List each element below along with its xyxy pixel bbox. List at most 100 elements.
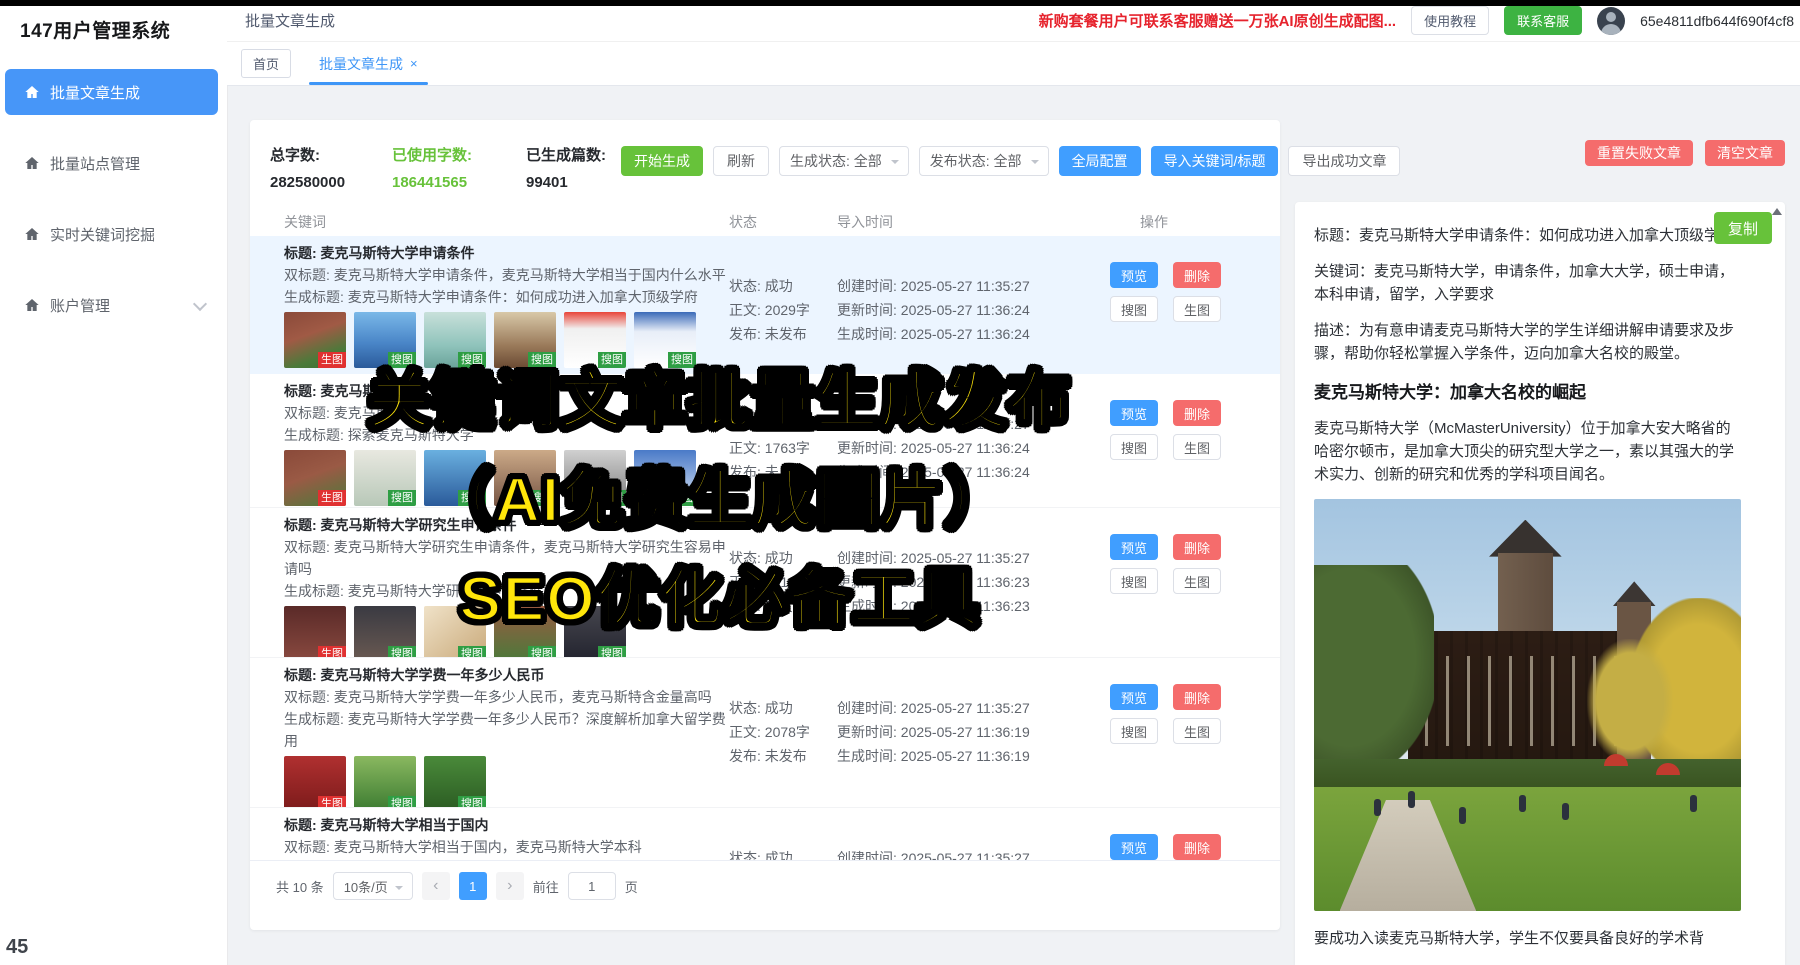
preview-button[interactable]: 预览 <box>1110 400 1158 426</box>
stat-value: 186441565 <box>392 174 526 191</box>
article-thumbnail[interactable]: 搜图 <box>634 450 696 506</box>
export-success-button[interactable]: 导出成功文章 <box>1288 146 1400 176</box>
delete-button[interactable]: 删除 <box>1173 400 1221 426</box>
start-generate-button[interactable]: 开始生成 <box>621 146 703 176</box>
header-actions: 新购套餐用户可联系客服赠送一万张AI原创生成配图... 使用教程 联系客服 65… <box>1039 6 1800 35</box>
page-number-1[interactable]: 1 <box>459 872 487 900</box>
thumb-tag: 搜图 <box>388 646 416 658</box>
article-thumbnail[interactable]: 搜图 <box>424 450 486 506</box>
article-dual-title: 双标题: 麦克马斯特大学申请条件，麦克马斯特大学相当于国内什么水平 <box>284 264 729 286</box>
copy-button[interactable]: 复制 <box>1714 212 1772 244</box>
tutorial-button[interactable]: 使用教程 <box>1411 6 1489 35</box>
app-title: 147用户管理系统 <box>0 0 227 43</box>
hero-figure <box>1690 795 1697 812</box>
article-thumbnail[interactable]: 搜图 <box>494 606 556 658</box>
publish-status-select[interactable]: 发布状态: 全部 <box>919 146 1049 176</box>
reset-failed-button[interactable]: 重置失败文章 <box>1585 140 1693 166</box>
preview-button[interactable]: 预览 <box>1110 684 1158 710</box>
article-preview-panel: 复制 标题：麦克马斯特大学申请条件：如何成功进入加拿大顶级学府 关键词：麦克马斯… <box>1295 202 1785 965</box>
contact-support-button[interactable]: 联系客服 <box>1504 6 1582 35</box>
generate-status-select[interactable]: 生成状态: 全部 <box>779 146 909 176</box>
thumb-tag: 搜图 <box>598 646 626 658</box>
row-publish-status: 发布: 未发布 <box>729 594 810 618</box>
corner-watermark: 45 <box>6 936 28 959</box>
generate-image-button[interactable]: 生图 <box>1173 568 1221 594</box>
import-keywords-button[interactable]: 导入关键词/标题 <box>1151 146 1279 176</box>
scroll-up-icon[interactable] <box>1772 203 1782 215</box>
search-image-button[interactable]: 搜图 <box>1110 434 1158 460</box>
sidebar-item-batch-article[interactable]: 批量文章生成 <box>5 69 218 115</box>
hero-figure <box>1459 807 1466 824</box>
stat-value: 282580000 <box>270 174 392 191</box>
article-row: 标题: 麦克马斯特大学研究生申请条件 双标题: 麦克马斯特大学研究生申请条件，麦… <box>250 508 1280 658</box>
article-thumbnail[interactable]: 生图 <box>284 606 346 658</box>
article-thumbnail[interactable]: 搜图 <box>634 312 696 368</box>
tab-label: 批量文章生成 <box>319 54 403 74</box>
sidebar-item-label: 批量站点管理 <box>50 153 140 174</box>
row-updated-time: 更新时间: 2025-05-27 11:36:24 <box>837 436 1030 460</box>
time-cell: 创建时间: 2025-05-27 11:35:27 更新时间: 2025-05-… <box>837 846 1030 860</box>
danger-actions: 重置失败文章 清空文章 <box>1585 140 1785 166</box>
article-thumbnail[interactable]: 搜图 <box>564 606 626 658</box>
refresh-button[interactable]: 刷新 <box>713 146 769 176</box>
goto-page-input[interactable]: 1 <box>568 872 616 900</box>
article-thumbnail[interactable]: 搜图 <box>354 450 416 506</box>
article-thumbnail[interactable]: 搜图 <box>424 312 486 368</box>
sidebar-item-keyword-mining[interactable]: 实时关键词挖掘 <box>0 211 227 257</box>
article-thumbnail[interactable]: 搜图 <box>424 756 486 808</box>
tab-batch-article[interactable]: 批量文章生成 × <box>305 42 432 85</box>
article-thumbnail[interactable]: 搜图 <box>494 312 556 368</box>
keyword-cell: 标题: 麦克马斯特大学学费一年多少人民币 双标题: 麦克马斯特大学学费一年多少人… <box>284 664 729 808</box>
pagination-total: 共 10 条 <box>276 877 324 896</box>
search-image-button[interactable]: 搜图 <box>1110 296 1158 322</box>
prev-page-button[interactable]: ‹ <box>422 872 450 900</box>
article-thumbnail[interactable]: 搜图 <box>424 606 486 658</box>
article-thumbnail[interactable]: 生图 <box>284 312 346 368</box>
page-size-select[interactable]: 10条/页 <box>333 872 413 900</box>
avatar[interactable] <box>1597 7 1625 35</box>
article-thumbnail[interactable]: 生图 <box>284 450 346 506</box>
sidebar-item-batch-site[interactable]: 批量站点管理 <box>0 140 227 186</box>
sidebar-item-label: 批量文章生成 <box>50 82 140 103</box>
tab-home[interactable]: 首页 <box>241 49 291 78</box>
hero-figure <box>1562 803 1569 820</box>
article-thumbnail[interactable]: 搜图 <box>354 312 416 368</box>
status-cell: 状态: 成功 正文: 2029字 发布: 未发布 <box>729 274 810 346</box>
preview-button[interactable]: 预览 <box>1110 262 1158 288</box>
clear-articles-button[interactable]: 清空文章 <box>1705 140 1785 166</box>
generate-image-button[interactable]: 生图 <box>1173 434 1221 460</box>
generate-image-button[interactable]: 生图 <box>1173 296 1221 322</box>
article-thumbnail[interactable]: 搜图 <box>564 450 626 506</box>
next-page-button[interactable]: › <box>496 872 524 900</box>
thumb-tag: 搜图 <box>598 352 626 368</box>
article-thumbnail[interactable]: 生图 <box>284 756 346 808</box>
hero-figure <box>1374 799 1381 816</box>
article-thumbnail[interactable]: 搜图 <box>494 450 556 506</box>
search-image-button[interactable]: 搜图 <box>1110 718 1158 744</box>
delete-button[interactable]: 删除 <box>1173 534 1221 560</box>
thumb-tag: 搜图 <box>458 352 486 368</box>
delete-button[interactable]: 删除 <box>1173 684 1221 710</box>
row-created-time: 创建时间: 2025-05-27 11:35:27 <box>837 696 1030 720</box>
row-status: 状态: 成功 <box>729 274 810 298</box>
preview-button[interactable]: 预览 <box>1110 834 1158 860</box>
delete-button[interactable]: 删除 <box>1173 262 1221 288</box>
preview-button[interactable]: 预览 <box>1110 534 1158 560</box>
article-thumbnail[interactable]: 搜图 <box>564 312 626 368</box>
delete-button[interactable]: 删除 <box>1173 834 1221 860</box>
article-dual-title: 双标题: 麦克马斯特大学研究生申请条件，麦克马斯特大学研究生容易申请吗 <box>284 536 729 580</box>
article-thumbnail[interactable]: 搜图 <box>354 606 416 658</box>
search-image-button[interactable]: 搜图 <box>1110 568 1158 594</box>
close-icon[interactable]: × <box>410 56 418 71</box>
home-icon <box>24 297 40 313</box>
thumb-tag: 搜图 <box>598 490 626 506</box>
row-generated-time: 生成时间: 2025-05-27 11:36:23 <box>837 594 1030 618</box>
stat-used-words: 已使用字数: 186441565 <box>392 144 526 191</box>
global-config-button[interactable]: 全局配置 <box>1059 146 1141 176</box>
article-thumbnail[interactable]: 搜图 <box>354 756 416 808</box>
generate-image-button[interactable]: 生图 <box>1173 718 1221 744</box>
time-cell: 创建时间: 2025-05-27 11:35:27 更新时间: 2025-05-… <box>837 696 1030 768</box>
keyword-cell: 标题: 麦克马斯特大学研究生申请条件 双标题: 麦克马斯特大学研究生申请条件，麦… <box>284 514 729 658</box>
promo-notice[interactable]: 新购套餐用户可联系客服赠送一万张AI原创生成配图... <box>1039 10 1397 31</box>
sidebar-item-account[interactable]: 账户管理 <box>0 282 227 328</box>
